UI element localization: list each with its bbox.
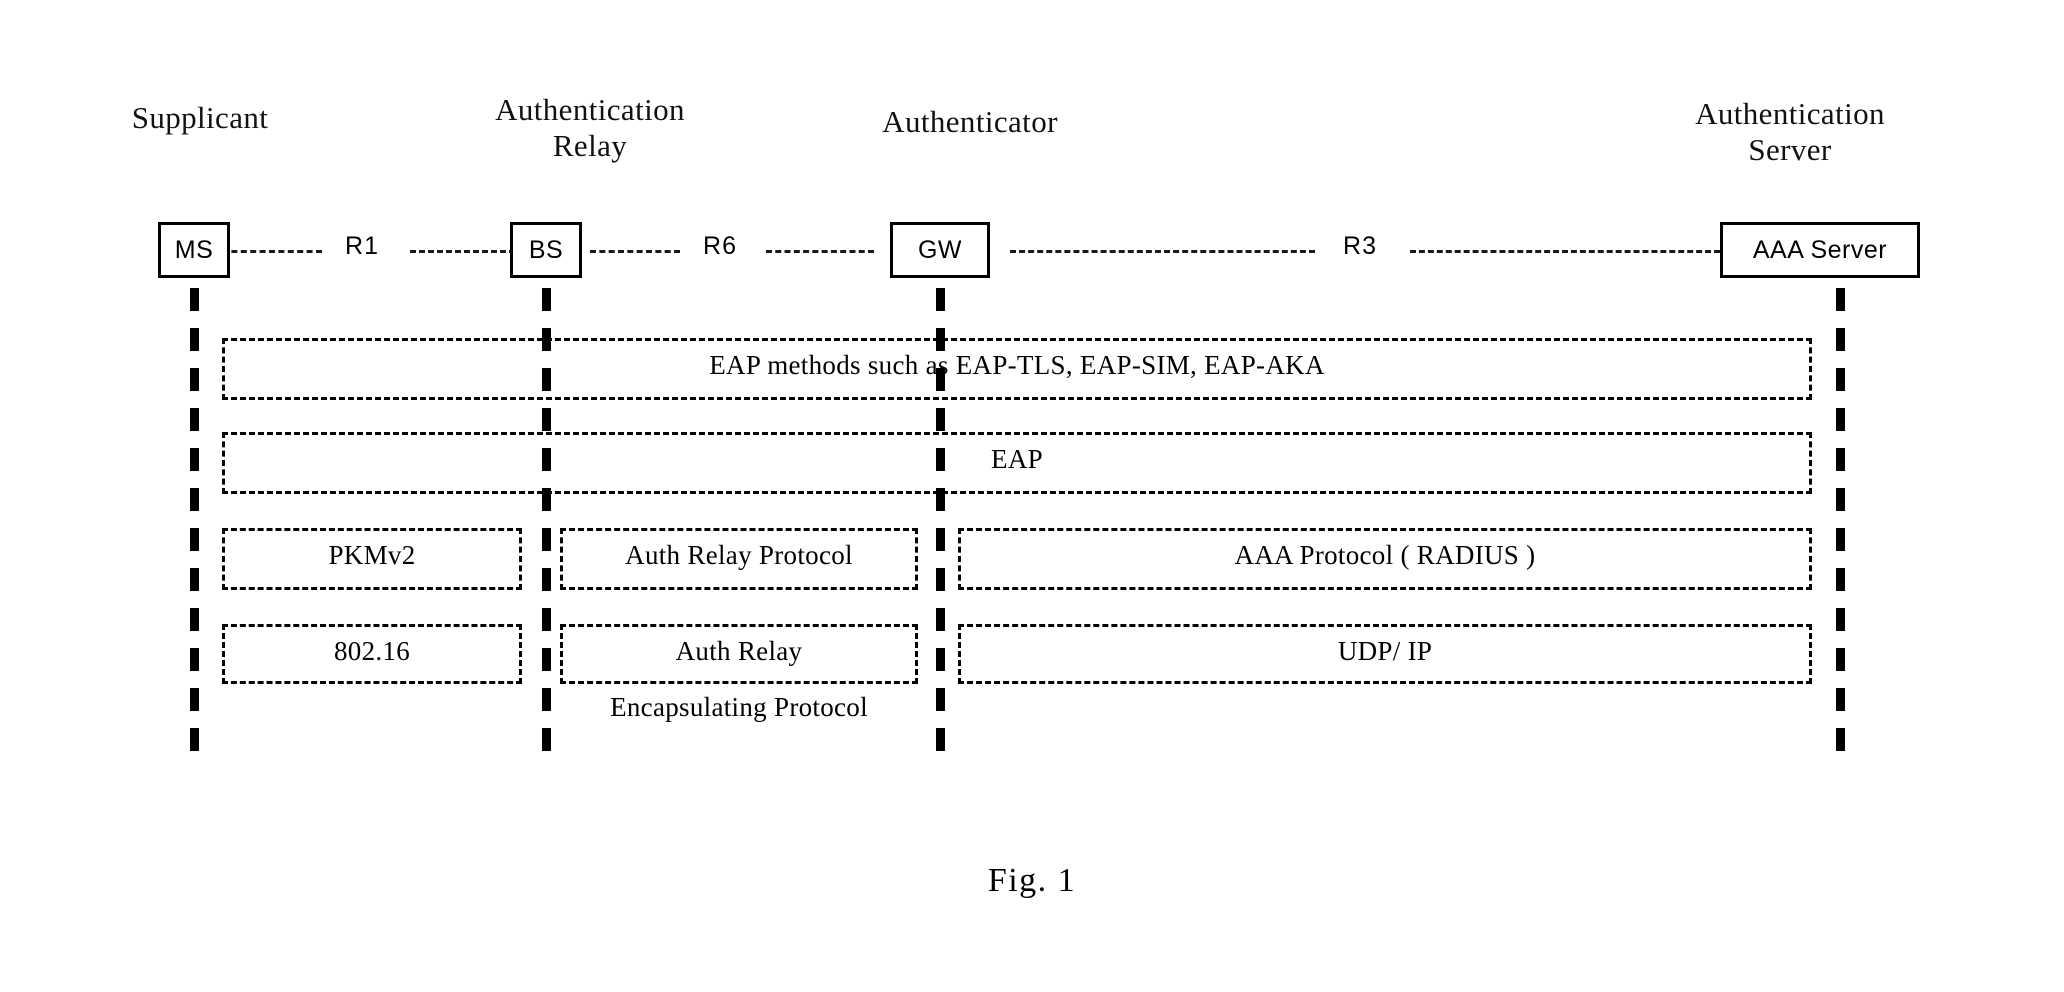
node-box-ms[interactable]: MS — [158, 222, 230, 278]
proto-label-auth-relay: Auth Relay — [675, 636, 803, 666]
ref-label-r1: R1 — [345, 232, 379, 260]
figure-root: Supplicant Authentication Relay Authenti… — [0, 0, 2064, 992]
proto-label-auth-relay-protocol: Auth Relay Protocol — [625, 540, 853, 570]
node-label-ms: MS — [174, 235, 214, 264]
ref-link-r1-left — [222, 250, 322, 253]
lifeline-ms — [190, 288, 199, 758]
node-label-aaa-server: AAA Server — [1752, 235, 1888, 264]
ref-link-r3-left — [1010, 250, 1315, 253]
node-box-gw[interactable]: GW — [890, 222, 990, 278]
ref-link-r3-right — [1410, 250, 1720, 253]
proto-label-udp-ip: UDP/ IP — [1337, 636, 1433, 666]
proto-box-eap-methods[interactable]: EAP methods such as EAP-TLS, EAP-SIM, EA… — [222, 338, 1812, 400]
node-box-bs[interactable]: BS — [510, 222, 582, 278]
ref-label-r6: R6 — [703, 232, 737, 260]
ref-link-r6-right — [766, 250, 874, 253]
figure-caption: Fig. 1 — [987, 862, 1077, 899]
proto-label-802-16: 802.16 — [333, 636, 411, 666]
proto-label-eap-methods: EAP methods such as EAP-TLS, EAP-SIM, EA… — [709, 350, 1325, 380]
proto-label-encapsulating-protocol: Encapsulating Protocol — [610, 692, 868, 722]
role-label-authenticator: Authenticator — [882, 104, 1058, 139]
proto-box-auth-relay[interactable]: Auth Relay — [560, 624, 918, 684]
ref-label-r3: R3 — [1343, 232, 1377, 260]
ref-link-r1-right — [410, 250, 515, 253]
proto-box-udp-ip[interactable]: UDP/ IP — [958, 624, 1812, 684]
ref-link-r6-left — [590, 250, 680, 253]
proto-label-eap: EAP — [991, 444, 1043, 474]
proto-label-pkmv2: PKMv2 — [328, 540, 416, 570]
lifeline-aaa-server — [1836, 288, 1845, 758]
proto-box-802-16[interactable]: 802.16 — [222, 624, 522, 684]
role-label-supplicant: Supplicant — [131, 100, 269, 135]
proto-box-eap[interactable]: EAP — [222, 432, 1812, 494]
proto-label-aaa-protocol: AAA Protocol ( RADIUS ) — [1234, 540, 1536, 570]
node-box-aaa-server[interactable]: AAA Server — [1720, 222, 1920, 278]
role-label-authentication-relay: Authentication Relay — [495, 92, 685, 163]
node-label-gw: GW — [917, 235, 963, 264]
node-label-bs: BS — [528, 235, 564, 264]
proto-box-auth-relay-protocol[interactable]: Auth Relay Protocol — [560, 528, 918, 590]
proto-box-pkmv2[interactable]: PKMv2 — [222, 528, 522, 590]
role-label-authentication-server: Authentication Server — [1695, 96, 1885, 167]
proto-box-aaa-protocol[interactable]: AAA Protocol ( RADIUS ) — [958, 528, 1812, 590]
